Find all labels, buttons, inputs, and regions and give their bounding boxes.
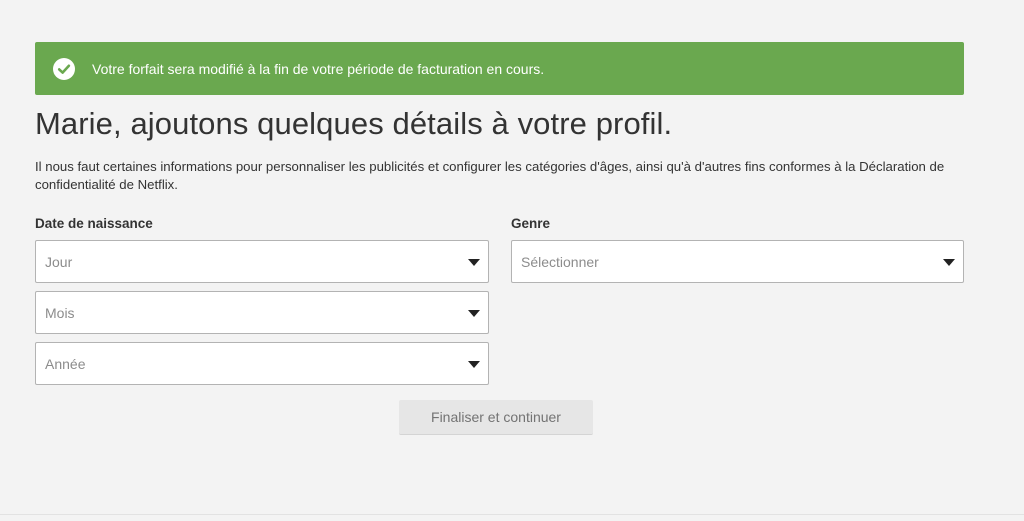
caret-down-icon	[468, 309, 480, 317]
year-select[interactable]: Année	[35, 342, 489, 385]
success-banner: Votre forfait sera modifié à la fin de v…	[35, 42, 964, 95]
month-select[interactable]: Mois	[35, 291, 489, 334]
page-description: Il nous faut certaines informations pour…	[35, 159, 945, 192]
day-select-value: Jour	[45, 253, 73, 270]
page-title: Marie, ajoutons quelques détails à votre…	[35, 106, 673, 141]
gender-label: Genre	[511, 216, 551, 231]
birthdate-label: Date de naissance	[35, 216, 153, 231]
caret-down-icon	[468, 360, 480, 368]
day-select[interactable]: Jour	[35, 240, 489, 283]
caret-down-icon	[468, 258, 480, 266]
month-select-value: Mois	[45, 304, 75, 321]
profile-details-page: Votre forfait sera modifié à la fin de v…	[0, 0, 1024, 521]
gender-select[interactable]: Sélectionner	[511, 240, 964, 283]
gender-select-value: Sélectionner	[521, 253, 599, 270]
year-select-value: Année	[45, 355, 86, 372]
banner-message: Votre forfait sera modifié à la fin de v…	[92, 60, 545, 77]
footer-divider	[0, 514, 1024, 515]
submit-button[interactable]: Finaliser et continuer	[399, 400, 593, 435]
check-circle-icon	[53, 57, 75, 80]
caret-down-icon	[943, 258, 955, 266]
